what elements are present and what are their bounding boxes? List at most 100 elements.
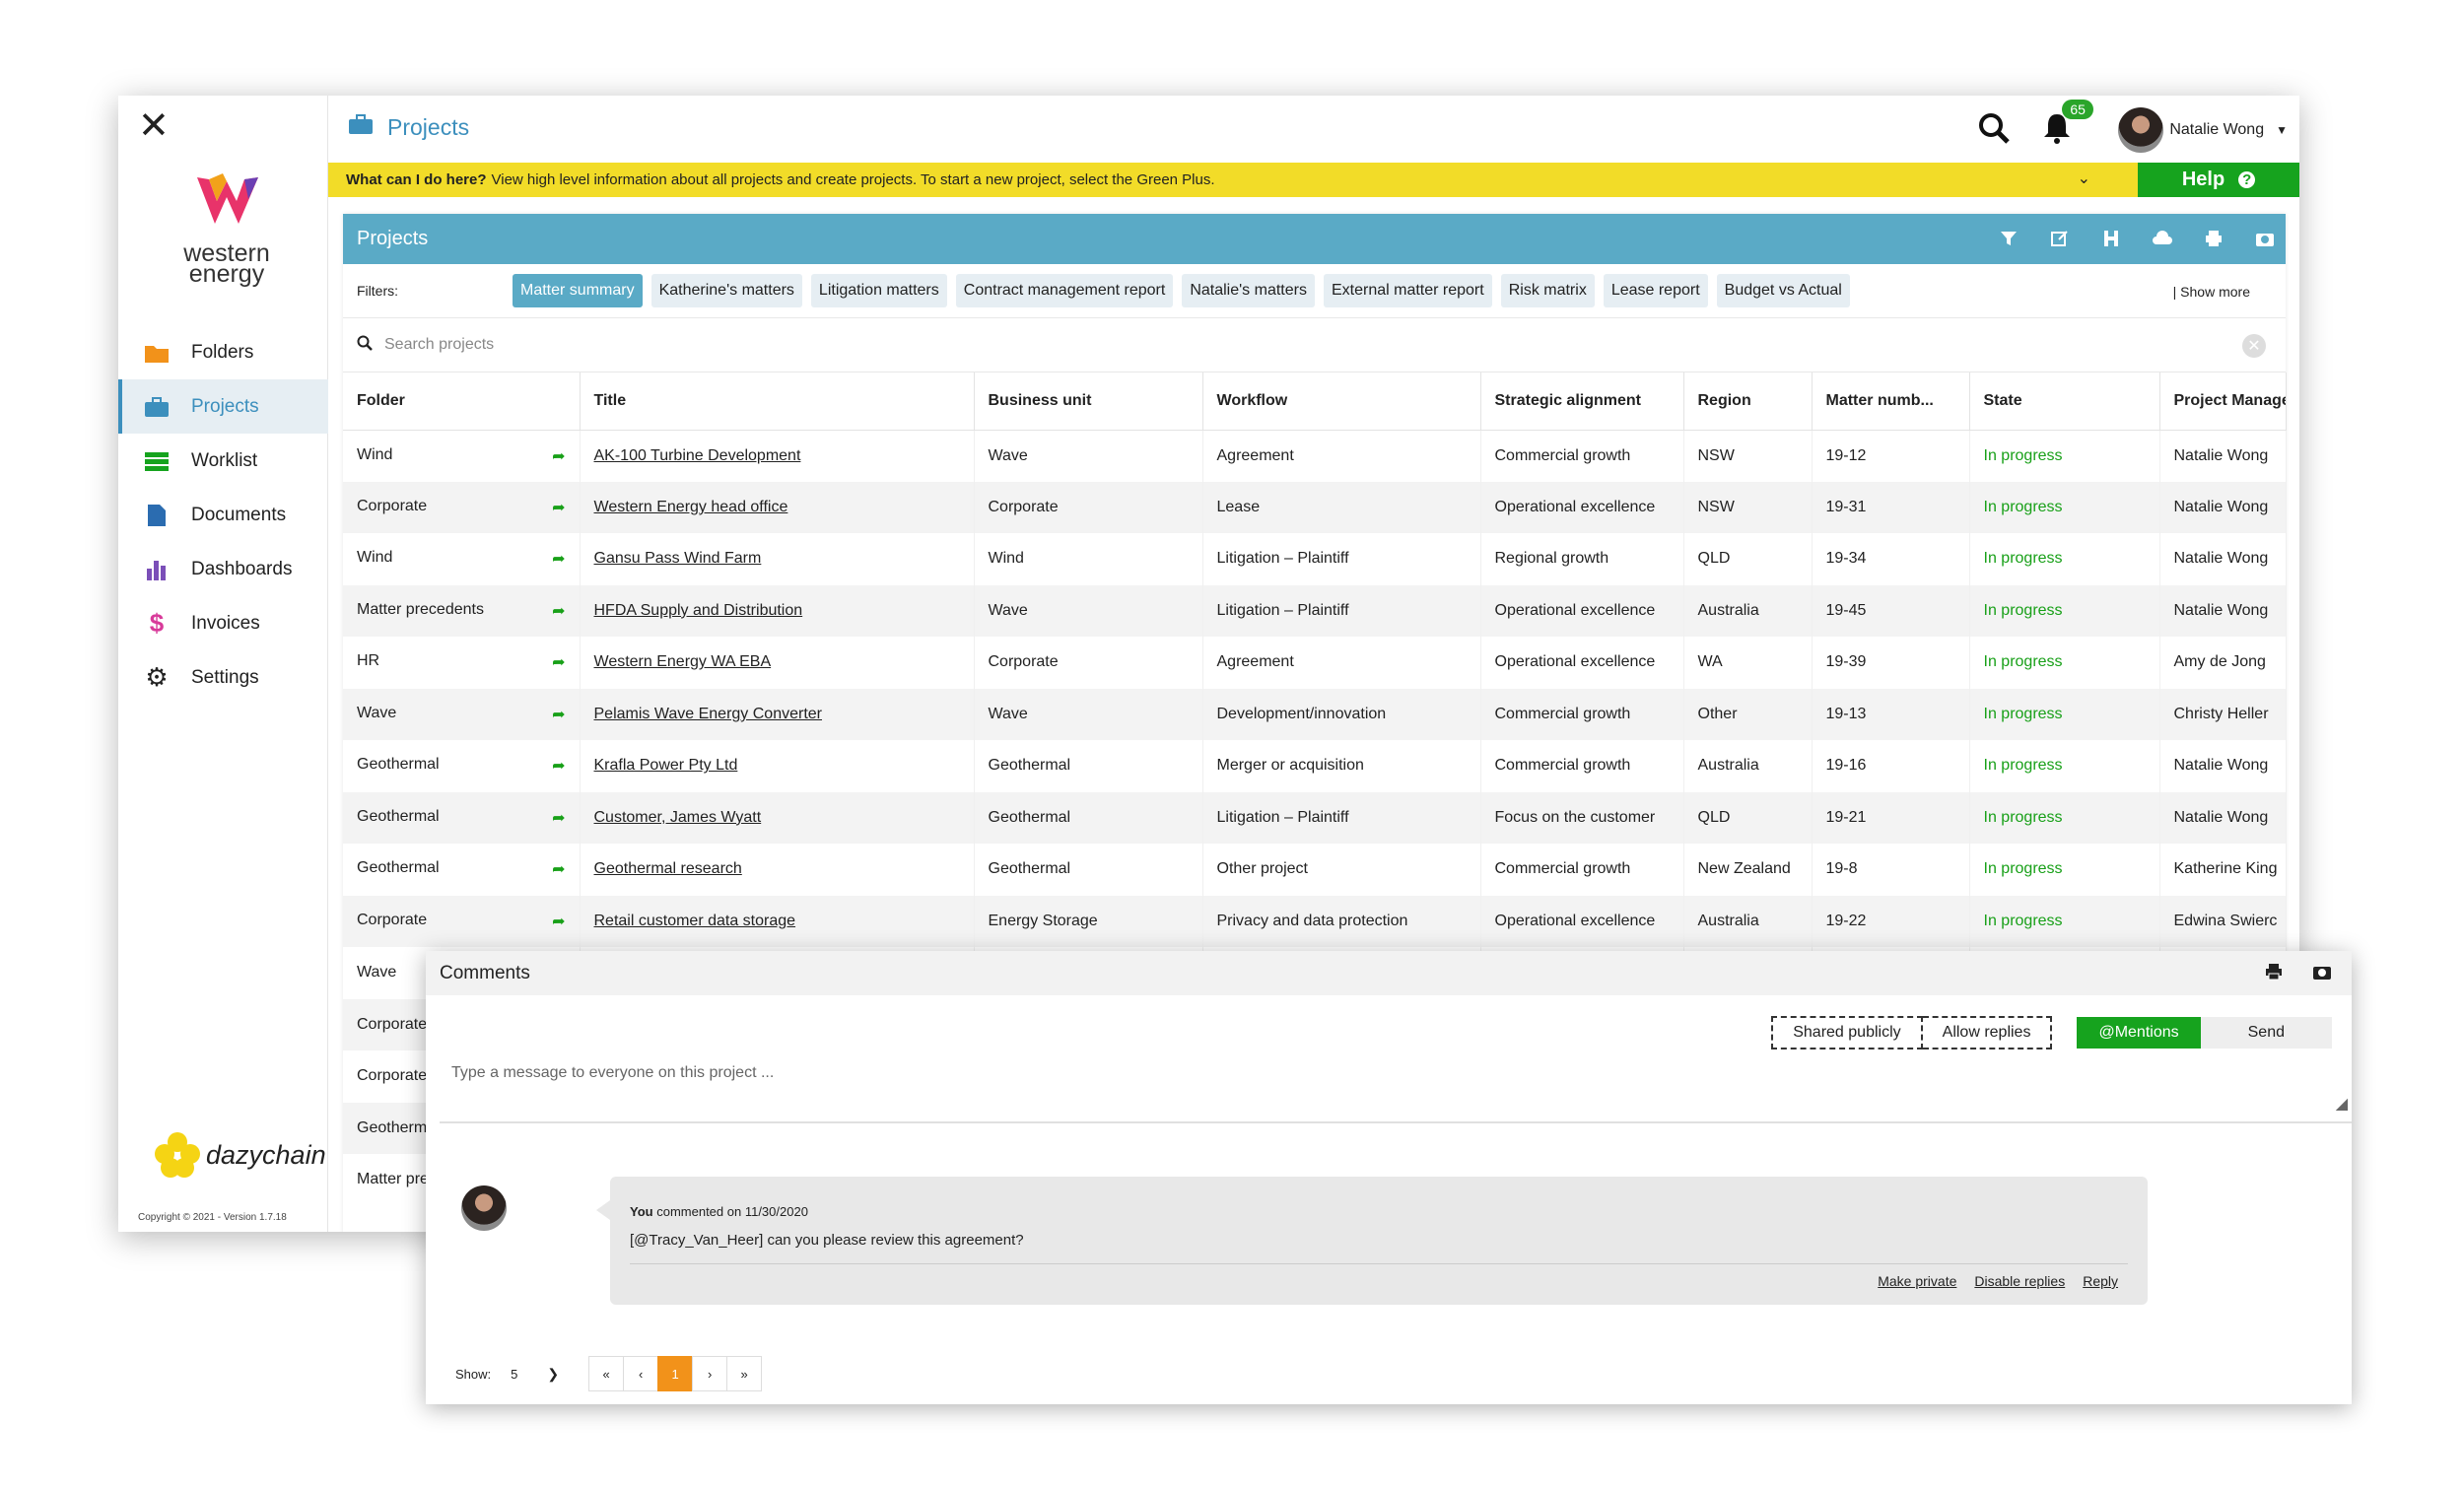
send-button[interactable]: Send [2200, 1017, 2332, 1049]
user-menu[interactable]: Natalie Wong ▼ [2118, 107, 2288, 153]
filter-chip-natalies-matters[interactable]: Natalie's matters [1182, 274, 1315, 307]
print-icon[interactable] [2265, 963, 2283, 986]
clear-search-icon[interactable]: ✕ [2242, 334, 2266, 358]
filter-chip-external-matter[interactable]: External matter report [1323, 274, 1492, 307]
project-title-link[interactable]: Gansu Pass Wind Farm [594, 550, 762, 567]
last-page-button[interactable]: » [726, 1356, 763, 1391]
project-title-link[interactable]: Western Energy WA EBA [594, 653, 772, 670]
column-header-folder[interactable]: Folder [343, 372, 581, 431]
print-icon[interactable] [2203, 228, 2224, 249]
open-arrow-icon[interactable]: ➦ [552, 756, 565, 776]
allow-replies-toggle[interactable]: Allow replies [1922, 1016, 2053, 1049]
table-row[interactable]: Geothermal ➦ Geothermal research Geothermal… [343, 844, 2287, 896]
prev-page-button[interactable]: ‹ [623, 1356, 659, 1391]
column-header-project-manager[interactable]: Project Manage [2159, 372, 2287, 431]
filter-chip-litigation-matters[interactable]: Litigation matters [810, 274, 947, 307]
filter-chip-contract-management[interactable]: Contract management report [955, 274, 1174, 307]
disable-replies-link[interactable]: Disable replies [1974, 1273, 2065, 1289]
filter-chip-katherines-matters[interactable]: Katherine's matters [650, 274, 802, 307]
column-header-state[interactable]: State [1969, 372, 2160, 431]
sidebar-item-label: Dashboards [191, 558, 293, 579]
filters-label: Filters: [357, 283, 398, 299]
project-title-link[interactable]: AK-100 Turbine Development [594, 447, 801, 464]
notifications-button[interactable]: 65 [2040, 99, 2093, 150]
column-header-strategic-alignment[interactable]: Strategic alignment [1480, 372, 1684, 431]
cell-text: Katherine King [2173, 860, 2278, 878]
search-icon[interactable] [1977, 111, 2011, 150]
comment-input[interactable]: Type a message to everyone on this proje… [451, 1064, 774, 1082]
resize-handle-icon[interactable]: ◢ [2336, 1094, 2348, 1114]
sidebar-item-settings[interactable]: ⚙ Settings [118, 650, 328, 705]
sidebar-item-label: Projects [191, 395, 259, 417]
table-row[interactable]: Wind ➦ Gansu Pass Wind Farm Wind Litigation … [343, 533, 2287, 585]
close-icon[interactable]: ✕ [138, 107, 170, 145]
project-title-link[interactable]: Retail customer data storage [594, 913, 796, 929]
filter-icon[interactable] [1998, 228, 2019, 249]
shared-publicly-toggle[interactable]: Shared publicly [1771, 1016, 1923, 1049]
cloud-upload-icon[interactable] [2152, 228, 2173, 249]
project-title-link[interactable]: Pelamis Wave Energy Converter [594, 706, 823, 722]
column-header-matter-number[interactable]: Matter numb... [1812, 372, 1970, 431]
camera-icon[interactable] [2312, 963, 2332, 986]
search-bar[interactable]: Search projects ✕ [343, 318, 2286, 372]
cell-text: 19-13 [1825, 705, 1867, 722]
table-row[interactable]: Wind ➦ AK-100 Turbine Development Wave Agree… [343, 430, 2287, 482]
table-row[interactable]: Geothermal ➦ Customer, James Wyatt Geotherm… [343, 791, 2287, 844]
sidebar-item-documents[interactable]: Documents [118, 488, 328, 542]
open-arrow-icon[interactable]: ➦ [552, 808, 565, 828]
filter-chip-risk-matrix[interactable]: Risk matrix [1500, 274, 1595, 307]
open-arrow-icon[interactable]: ➦ [552, 705, 565, 724]
show-count-select[interactable]: 5 [511, 1367, 517, 1382]
sidebar-item-invoices[interactable]: $ Invoices [118, 596, 328, 650]
open-arrow-icon[interactable]: ➦ [552, 859, 565, 879]
help-button[interactable]: Help ? [2138, 163, 2299, 197]
mentions-button[interactable]: @Mentions [2077, 1017, 2201, 1049]
filter-chip-matter-summary[interactable]: Matter summary [513, 274, 643, 307]
sidebar-item-folders[interactable]: Folders [118, 325, 328, 379]
search-input[interactable]: Search projects [384, 336, 494, 354]
open-arrow-icon[interactable]: ➦ [552, 912, 565, 931]
project-title-link[interactable]: Customer, James Wyatt [594, 809, 762, 826]
column-header-region[interactable]: Region [1683, 372, 1813, 431]
page-1-button[interactable]: 1 [657, 1356, 694, 1391]
filter-chip-budget-vs-actual[interactable]: Budget vs Actual [1716, 274, 1850, 307]
hierarchy-icon[interactable] [2100, 228, 2122, 249]
sidebar-item-projects[interactable]: Projects [118, 379, 328, 434]
edit-icon[interactable] [2049, 228, 2071, 249]
table-row[interactable]: Matter precedents ➦ HFDA Supply and Distri… [343, 584, 2287, 637]
table-row[interactable]: Geothermal ➦ Krafla Power Pty Ltd Geotherma… [343, 740, 2287, 792]
show-more-link[interactable]: | Show more [2173, 284, 2250, 300]
chevron-down-icon[interactable]: ⌄ [2078, 169, 2090, 188]
project-title-link[interactable]: Western Energy head office [594, 499, 788, 515]
open-arrow-icon[interactable]: ➦ [552, 549, 565, 569]
camera-icon[interactable] [2254, 228, 2276, 249]
filter-chip-lease-report[interactable]: Lease report [1603, 274, 1708, 307]
project-title-link[interactable]: Geothermal research [594, 860, 742, 877]
sidebar-item-dashboards[interactable]: Dashboards [118, 542, 328, 596]
column-header-workflow[interactable]: Workflow [1202, 372, 1481, 431]
sidebar-item-label: Settings [191, 666, 259, 688]
open-arrow-icon[interactable]: ➦ [552, 652, 565, 672]
table-row[interactable]: Corporate ➦ Retail customer data storage En… [343, 895, 2287, 947]
show-label: Show: [455, 1366, 492, 1382]
project-title-link[interactable]: Krafla Power Pty Ltd [594, 757, 738, 774]
open-arrow-icon[interactable]: ➦ [552, 601, 565, 621]
cell-business-unit: Wind [974, 533, 1203, 585]
column-header-title[interactable]: Title [580, 372, 975, 431]
make-private-link[interactable]: Make private [1878, 1273, 1956, 1289]
column-header-business-unit[interactable]: Business unit [974, 372, 1203, 431]
open-arrow-icon[interactable]: ➦ [552, 498, 565, 517]
table-row[interactable]: HR ➦ Western Energy WA EBA Corporate Agreeme… [343, 637, 2287, 689]
open-arrow-icon[interactable]: ➦ [552, 446, 565, 466]
table-row[interactable]: Wave ➦ Pelamis Wave Energy Converter Wave De… [343, 688, 2287, 740]
chevron-down-icon[interactable]: ❯ [547, 1366, 559, 1383]
cell-text: Natalie Wong [2173, 757, 2269, 775]
reply-link[interactable]: Reply [2083, 1273, 2118, 1289]
project-title-link[interactable]: HFDA Supply and Distribution [594, 602, 803, 619]
first-page-button[interactable]: « [588, 1356, 625, 1391]
next-page-button[interactable]: › [692, 1356, 728, 1391]
table-row[interactable]: Corporate ➦ Western Energy head office Corp… [343, 481, 2287, 533]
cell-title: HFDA Supply and Distribution [580, 584, 975, 637]
sidebar-item-worklist[interactable]: Worklist [118, 434, 328, 488]
comment-author: You [630, 1204, 653, 1219]
